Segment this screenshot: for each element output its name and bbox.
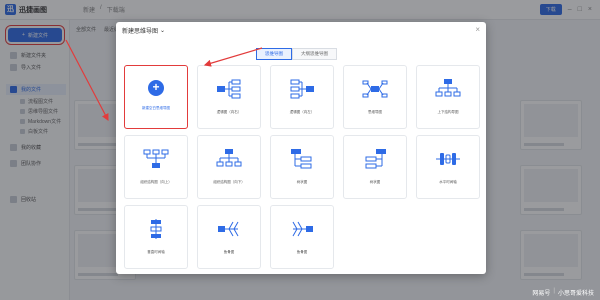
template-label: 组织结构图（向上） — [140, 180, 172, 184]
template-tabs: 思维导图 大纲思维导图 — [256, 48, 337, 60]
template-card[interactable]: 逻辑图（向右） — [197, 65, 261, 129]
watermark-brand: 网易号 — [532, 291, 551, 297]
template-card[interactable]: 垂直时间轴 — [124, 205, 188, 269]
mindmap-icon — [362, 80, 388, 98]
close-icon[interactable]: × — [475, 25, 480, 34]
template-label: 树状图 — [296, 180, 308, 184]
top-down-icon — [435, 79, 461, 97]
logic-left-icon — [290, 79, 314, 99]
tab-mindmap[interactable]: 思维导图 — [256, 48, 292, 60]
watermark-author: 小思哥爱科技 — [557, 291, 594, 297]
template-label: 上下结构导图 — [437, 110, 459, 114]
template-card[interactable]: 组织结构图（向上） — [124, 135, 188, 199]
dialog-header: 新建思维导图 ⌄ × — [116, 22, 486, 38]
fishbone-left-icon — [218, 221, 239, 237]
template-card[interactable]: 水平时间轴 — [416, 135, 480, 199]
template-card[interactable]: 逻辑图（向左） — [270, 65, 334, 129]
template-label: 逻辑图（向右） — [216, 110, 242, 114]
template-label: 鱼骨图 — [296, 250, 308, 254]
new-mindmap-dialog: 新建思维导图 ⌄ × 思维导图 大纲思维导图 + 新建空白思维导图 逻辑图（向右… — [116, 22, 486, 274]
new-blank-mindmap-card[interactable]: + 新建空白思维导图 — [124, 65, 188, 129]
template-card[interactable]: 鱼骨图 — [270, 205, 334, 269]
template-label: 逻辑图（向左） — [289, 110, 315, 114]
chevron-down-icon: ⌄ — [160, 27, 166, 34]
template-label: 新建空白思维导图 — [142, 106, 170, 110]
template-card[interactable]: 上下结构导图 — [416, 65, 480, 129]
tree-right-icon — [291, 149, 312, 169]
timeline-v-icon — [150, 219, 162, 239]
dialog-title-text: 新建思维导图 — [122, 28, 159, 35]
template-card[interactable]: 思维导图 — [343, 65, 407, 129]
template-card[interactable]: 鱼骨图 — [197, 205, 261, 269]
dialog-title[interactable]: 新建思维导图 ⌄ — [122, 26, 165, 35]
watermark-separator: | — [553, 288, 555, 294]
template-card[interactable]: 树状图 — [270, 135, 334, 199]
template-card[interactable]: 组织结构图（向下） — [197, 135, 261, 199]
template-label: 树状图 — [369, 180, 381, 184]
org-down-icon — [216, 149, 242, 167]
org-up-icon — [143, 149, 169, 168]
template-label: 水平时间轴 — [439, 180, 457, 184]
template-label: 鱼骨图 — [223, 250, 235, 254]
watermark: 网易号 | 小思哥爱科技 — [532, 288, 594, 297]
logic-right-icon — [217, 79, 241, 99]
fishbone-right-icon — [292, 221, 313, 237]
tab-outline-mindmap[interactable]: 大纲思维导图 — [292, 48, 337, 60]
template-card[interactable]: 树状图 — [343, 135, 407, 199]
template-label: 组织结构图（向下） — [213, 180, 245, 184]
tree-left-icon — [365, 149, 386, 169]
template-label: 思维导图 — [368, 110, 382, 114]
plus-icon: + — [148, 80, 164, 96]
template-label: 垂直时间轴 — [147, 250, 165, 254]
timeline-h-icon — [436, 153, 460, 165]
